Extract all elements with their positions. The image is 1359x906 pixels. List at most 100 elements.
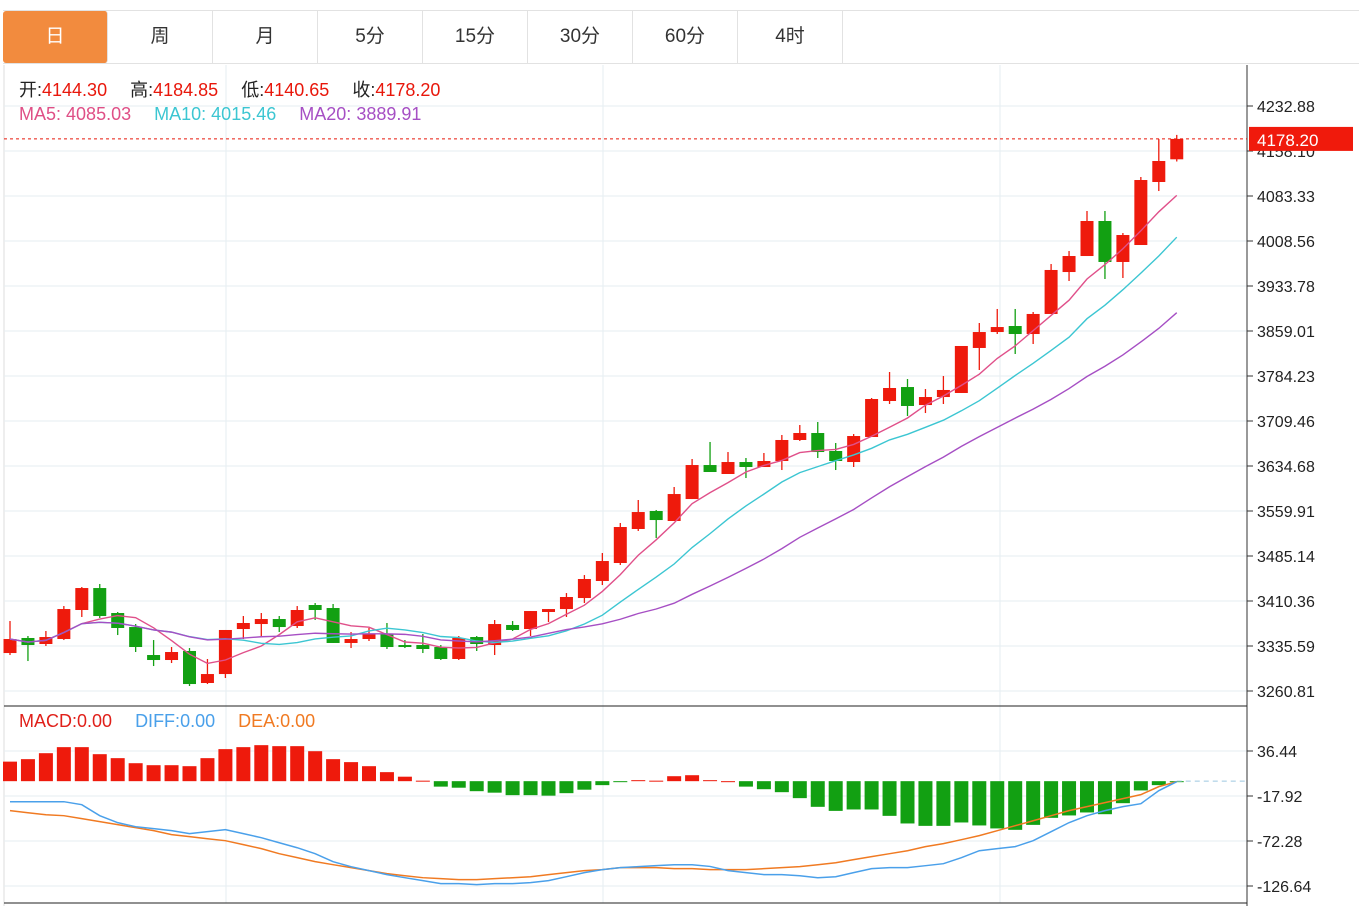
macd-bar-positive [344,762,359,782]
macd-info: MACD:0.00 DIFF:0.00 DEA:0.00 [19,711,315,732]
candle-down [398,645,412,648]
candle-up [1170,138,1184,160]
price-tick-label: 4232.88 [1257,99,1315,116]
candle-down [703,465,717,473]
candle-down [129,627,143,648]
macd-bar-negative [972,781,987,826]
candle-down [1098,220,1112,262]
candle-up [1062,256,1076,273]
macd-bar-positive [649,780,664,782]
macd-bar-negative [1044,781,1059,818]
macd-value: 0.00 [77,711,113,731]
candle-up [631,512,645,529]
candle-up [595,561,609,581]
candle-up [793,433,807,440]
macd-bar-negative [505,781,520,796]
ma10-value: 4015.46 [211,104,277,124]
macd-bar-negative [810,781,825,807]
macd-bar-negative [451,781,466,788]
high-label: 高: [130,80,154,100]
macd-bar-negative [577,781,592,790]
low-value: 4140.65 [264,80,330,100]
ma10-line [9,236,1178,646]
candle-down [811,433,825,453]
macd-bar-negative [433,781,448,787]
macd-bar-negative [774,781,789,793]
candle-down [1008,326,1022,335]
macd-bar-positive [20,759,35,782]
candle-down [416,645,430,649]
macd-bar-negative [1008,781,1023,830]
macd-bar-positive [146,765,161,782]
macd-bar-positive [200,758,215,782]
candle-up [200,674,214,684]
open-value: 4144.30 [42,80,108,100]
macd-bar-negative [469,781,484,792]
dea-value: 0.00 [280,711,316,731]
candle-up [577,579,591,599]
macd-bar-negative [828,781,843,811]
macd-bar-positive [703,780,718,782]
price-tick-label: 4008.56 [1257,234,1315,251]
macd-bar-positive [56,747,71,782]
kline-chart[interactable]: 4232.884158.104083.334008.563933.783859.… [0,0,1359,906]
macd-bar-positive [721,781,735,783]
close-value: 4178.20 [375,80,441,100]
macd-tick-label: 36.44 [1257,744,1297,761]
price-tick-label: 3709.46 [1257,414,1315,431]
macd-bar-positive [164,765,179,782]
macd-bar-negative [936,781,951,826]
macd-bar-positive [38,753,53,782]
candle-down [272,619,286,628]
candle-up [883,387,897,401]
candle-up [236,623,250,630]
candle-down [901,387,914,406]
macd-bar-positive [397,776,412,782]
macd-bar-positive [128,763,143,782]
price-tick-label: 3260.81 [1257,684,1315,701]
candle-up [990,327,1004,333]
diff-label: DIFF: [135,711,181,731]
diff-value: 0.00 [180,711,216,731]
ma10-label: MA10: [154,104,207,124]
macd-bar-positive [3,761,17,782]
candle-up [542,609,555,612]
dea-label: DEA: [238,711,281,731]
macd-bar-negative [523,781,538,796]
macd-bar-negative [559,781,574,794]
candle-up [972,332,986,348]
ma5-value: 4085.03 [66,104,132,124]
macd-bar-negative [738,781,753,787]
macd-bar-positive [272,746,287,782]
candle-up [865,399,879,437]
ma20-value: 3889.91 [356,104,422,124]
candle-down [93,588,107,617]
candle-up [165,652,179,661]
price-tick-label: 3859.01 [1257,324,1315,341]
candle-up [721,462,735,474]
candle-up [218,629,232,675]
macd-bar-positive [631,780,646,782]
price-tick-label: 3784.23 [1257,369,1315,386]
price-tick-label: 4083.33 [1257,189,1315,206]
macd-tick-label: -72.28 [1257,834,1302,851]
high-value: 4184.85 [153,80,219,100]
macd-bar-positive [379,772,394,782]
candle-up [524,611,538,630]
ma-info: MA5: 4085.03 MA10: 4015.46 MA20: 3889.91 [19,104,421,125]
open-label: 开: [19,80,43,100]
price-tick-label: 3335.59 [1257,639,1315,656]
macd-bar-negative [954,781,969,823]
price-tick-label: 3634.68 [1257,459,1315,476]
macd-bar-negative [918,781,933,826]
macd-tick-label: -126.64 [1257,879,1311,896]
macd-bar-positive [182,766,197,782]
macd-bar-negative [1026,781,1041,825]
macd-bar-positive [667,776,682,782]
macd-bar-negative [846,781,861,810]
macd-bar-negative [595,781,610,786]
macd-bar-negative [487,781,502,793]
ohlc-info: 开:4144.30 高:4184.85 低:4140.65 收:4178.20 [19,76,440,102]
low-label: 低: [241,80,265,100]
macd-label: MACD: [19,711,77,731]
